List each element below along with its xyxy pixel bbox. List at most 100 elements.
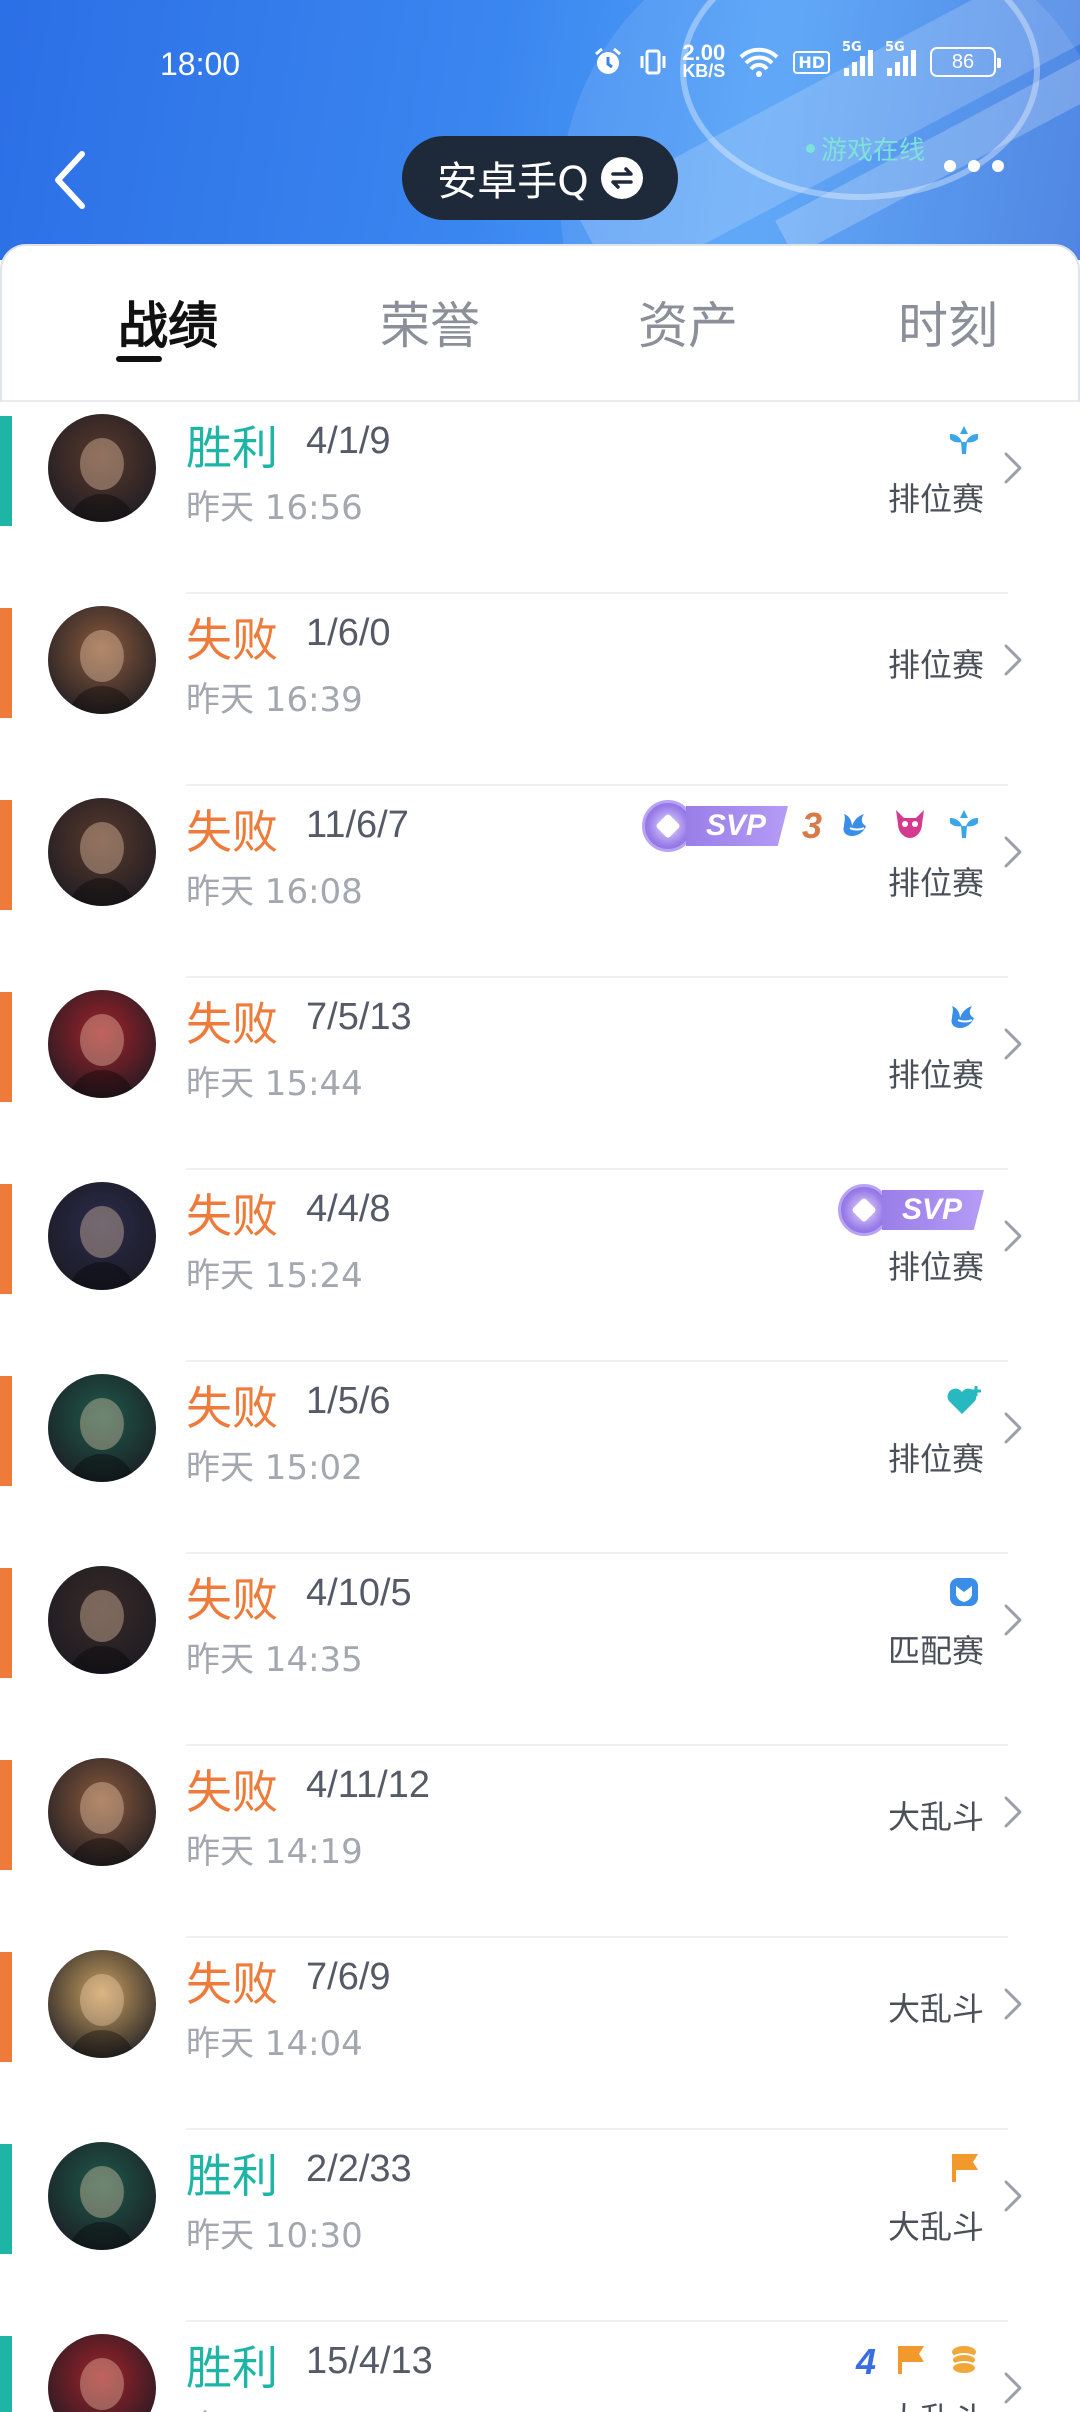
match-row[interactable]: 失败 7/6/9 昨天 14:04 大乱斗	[0, 1938, 1080, 2130]
chevron-right-icon	[1004, 1796, 1022, 1828]
match-row[interactable]: 失败 1/5/6 昨天 15:02 排位赛	[0, 1362, 1080, 1554]
hero-avatar	[48, 2142, 156, 2250]
match-result: 失败	[186, 1381, 278, 1435]
signal-type-label: 5G	[885, 40, 905, 55]
match-result: 胜利	[186, 2149, 278, 2203]
hero-avatar	[48, 990, 156, 1098]
match-kda: 4/11/12	[306, 1764, 430, 1806]
net-speed-unit: KB/S	[682, 61, 726, 81]
match-kda: 4/4/8	[306, 1188, 391, 1230]
result-indicator-bar	[0, 2144, 12, 2254]
signal-icon: 5G	[885, 40, 916, 76]
match-mode: 大乱斗	[887, 1798, 984, 1836]
match-kda: 11/6/7	[306, 804, 409, 846]
net-speed-value: 2.00	[682, 40, 726, 65]
match-result: 失败	[186, 1573, 278, 1627]
flame-icon	[944, 996, 984, 1040]
tab-honors[interactable]: 荣誉	[380, 286, 480, 358]
swap-icon	[600, 157, 643, 199]
match-time: 昨天 14:19	[186, 1832, 363, 1872]
net-speed: 2.00 KB/S	[682, 40, 726, 81]
svp-label: SVP	[881, 1190, 984, 1230]
match-mode: 排位赛	[887, 864, 984, 902]
match-row[interactable]: 失败 4/4/8 昨天 15:24 SVP 排位赛	[0, 1170, 1080, 1362]
account-switcher[interactable]: 安卓手Q	[402, 136, 678, 220]
match-row[interactable]: 胜利 4/1/9 昨天 16:56 排位赛	[0, 402, 1080, 594]
result-indicator-bar	[0, 416, 12, 526]
status-time: 18:00	[160, 46, 241, 82]
match-mode: 排位赛	[887, 480, 984, 518]
hero-avatar	[48, 1758, 156, 1866]
hero-avatar	[48, 1566, 156, 1674]
result-indicator-bar	[0, 1952, 12, 2062]
match-kda: 7/6/9	[306, 1956, 391, 1998]
quadra-kill-badge: 4	[855, 2341, 876, 2382]
online-status-label: 游戏在线	[821, 136, 926, 166]
hero-avatar	[48, 1374, 156, 1482]
hero-avatar	[48, 2334, 156, 2412]
match-kda: 1/6/0	[306, 612, 391, 654]
demon-icon	[890, 804, 930, 848]
svp-badge: SVP	[641, 800, 788, 852]
tab-records[interactable]: 战绩	[118, 286, 218, 358]
result-indicator-bar	[0, 800, 12, 910]
match-row[interactable]: 失败 1/6/0 昨天 16:39 排位赛	[0, 594, 1080, 786]
vibrate-icon	[638, 47, 668, 77]
match-row[interactable]: 胜利 15/4/13 昨天 10:1 4 大乱斗	[0, 2322, 1080, 2412]
signal-icon: 5G	[842, 40, 873, 76]
hero-avatar	[48, 1950, 156, 2058]
tab-moments[interactable]: 时刻	[898, 286, 998, 358]
result-indicator-bar	[0, 1568, 12, 1678]
result-indicator-bar	[0, 1760, 12, 1870]
match-kda: 4/1/9	[306, 420, 391, 462]
result-indicator-bar	[0, 608, 12, 718]
match-row[interactable]: 失败 7/5/13 昨天 15:44 排位赛	[0, 978, 1080, 1170]
svp-label: SVP	[685, 806, 788, 846]
online-status: 游戏在线	[806, 130, 925, 167]
hero-avatar	[48, 414, 156, 522]
match-result: 失败	[186, 1765, 278, 1819]
match-result: 失败	[186, 997, 278, 1051]
result-indicator-bar	[0, 992, 12, 1102]
match-mode: 排位赛	[887, 646, 984, 684]
chevron-right-icon	[1004, 1412, 1022, 1444]
match-result: 胜利	[186, 2341, 278, 2395]
match-row[interactable]: 胜利 2/2/33 昨天 10:30 大乱斗	[0, 2130, 1080, 2322]
match-badges: 4	[856, 2336, 984, 2388]
mvp-wing-icon	[944, 420, 984, 464]
tab-active-indicator	[116, 356, 162, 362]
back-button[interactable]	[44, 140, 104, 220]
match-result: 胜利	[186, 421, 278, 475]
match-result: 失败	[186, 1957, 278, 2011]
status-icons: 2.00 KB/S HD 5G 5G 86	[592, 40, 1001, 81]
match-mode: 排位赛	[887, 1056, 984, 1094]
mvp-wing-icon	[944, 804, 984, 848]
hero-avatar	[48, 1182, 156, 1290]
match-row[interactable]: 失败 4/11/12 昨天 14:19 大乱斗	[0, 1746, 1080, 1938]
status-bar: 18:00 2.00 KB/S HD 5G 5G 86	[0, 36, 1080, 96]
match-kda: 1/5/6	[306, 1380, 391, 1422]
wifi-icon	[739, 47, 779, 77]
account-name: 安卓手Q	[437, 159, 589, 205]
chevron-right-icon	[1004, 1028, 1022, 1060]
match-row[interactable]: 失败 11/6/7 昨天 16:08 SVP 3 排位赛	[0, 786, 1080, 978]
chevron-right-icon	[1004, 1604, 1022, 1636]
match-time: 昨天 15:02	[186, 1448, 363, 1488]
match-mode: 大乱斗	[887, 1990, 984, 2028]
match-mode: 大乱斗	[888, 2394, 984, 2412]
match-badges: SVP 3	[641, 800, 984, 852]
more-dot-icon	[944, 160, 956, 172]
more-button[interactable]	[944, 160, 1004, 172]
alarm-icon	[592, 46, 624, 78]
match-result: 失败	[186, 613, 278, 667]
match-row[interactable]: 失败 4/10/5 昨天 14:35 匹配赛	[0, 1554, 1080, 1746]
match-time: 昨天 14:35	[186, 1640, 363, 1680]
chevron-right-icon	[1004, 452, 1022, 484]
coins-icon	[944, 2340, 984, 2384]
match-badges: SVP	[837, 1184, 984, 1236]
top-nav: 安卓手Q 游戏在线	[0, 130, 1080, 230]
tab-assets[interactable]: 资产	[638, 286, 738, 358]
match-kda: 2/2/33	[306, 2148, 412, 2190]
match-time: 昨天 14:04	[186, 2024, 363, 2064]
match-badges	[944, 2144, 984, 2196]
